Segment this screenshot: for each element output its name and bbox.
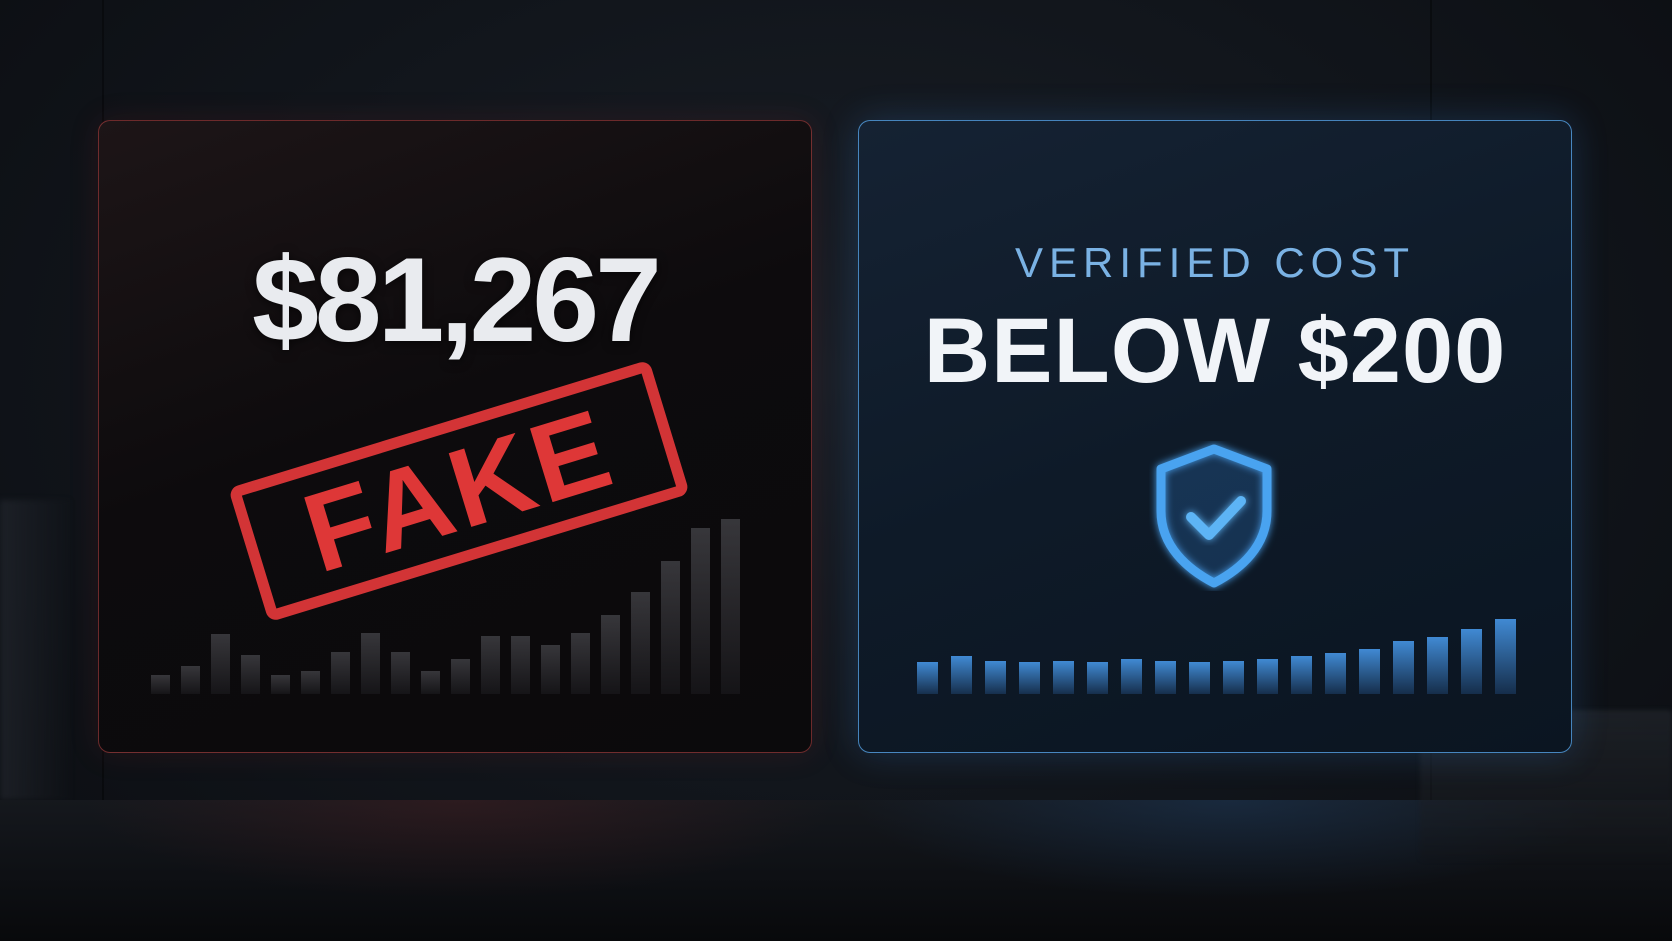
bar bbox=[211, 634, 230, 694]
bar bbox=[631, 592, 650, 694]
bar bbox=[661, 561, 680, 694]
bar bbox=[481, 636, 500, 694]
bar bbox=[181, 666, 200, 694]
bar bbox=[1291, 656, 1312, 694]
bar bbox=[1325, 653, 1346, 694]
bar bbox=[571, 633, 590, 694]
bar bbox=[691, 528, 710, 694]
bar bbox=[917, 662, 938, 694]
bar bbox=[1257, 659, 1278, 694]
bar bbox=[271, 675, 290, 694]
bar bbox=[1359, 649, 1380, 694]
bar bbox=[541, 645, 560, 694]
bar bbox=[151, 675, 170, 694]
bar bbox=[1189, 662, 1210, 694]
bar bbox=[451, 659, 470, 694]
bar bbox=[1019, 662, 1040, 694]
bar bbox=[1121, 659, 1142, 694]
bar bbox=[421, 671, 440, 694]
bar bbox=[511, 636, 530, 694]
bar bbox=[1223, 661, 1244, 694]
verified-cost-label: VERIFIED COST bbox=[1014, 239, 1416, 286]
bar bbox=[985, 661, 1006, 694]
fake-bar-chart bbox=[151, 514, 740, 694]
bar bbox=[951, 656, 972, 694]
verified-bar-chart bbox=[917, 514, 1516, 694]
bar bbox=[1461, 629, 1482, 694]
bar bbox=[1495, 619, 1516, 694]
verified-amount: BELOW $200 bbox=[923, 300, 1507, 402]
bar bbox=[1087, 662, 1108, 694]
bar bbox=[301, 671, 320, 694]
bar bbox=[1427, 637, 1448, 694]
fake-amount: $81,267 bbox=[252, 233, 662, 367]
background-pen-holder bbox=[0, 500, 70, 800]
verified-cost-panel: VERIFIED COST BELOW $200 bbox=[858, 120, 1572, 753]
bar bbox=[391, 652, 410, 694]
bar bbox=[1155, 661, 1176, 694]
bar bbox=[721, 519, 740, 694]
bar bbox=[241, 655, 260, 694]
fake-cost-panel: $81,267 FAKE bbox=[98, 120, 812, 753]
bar bbox=[1053, 661, 1074, 694]
bar bbox=[601, 615, 620, 694]
bar bbox=[1393, 641, 1414, 694]
bar bbox=[361, 633, 380, 694]
bar bbox=[331, 652, 350, 694]
desk-reflection-red bbox=[80, 800, 840, 900]
